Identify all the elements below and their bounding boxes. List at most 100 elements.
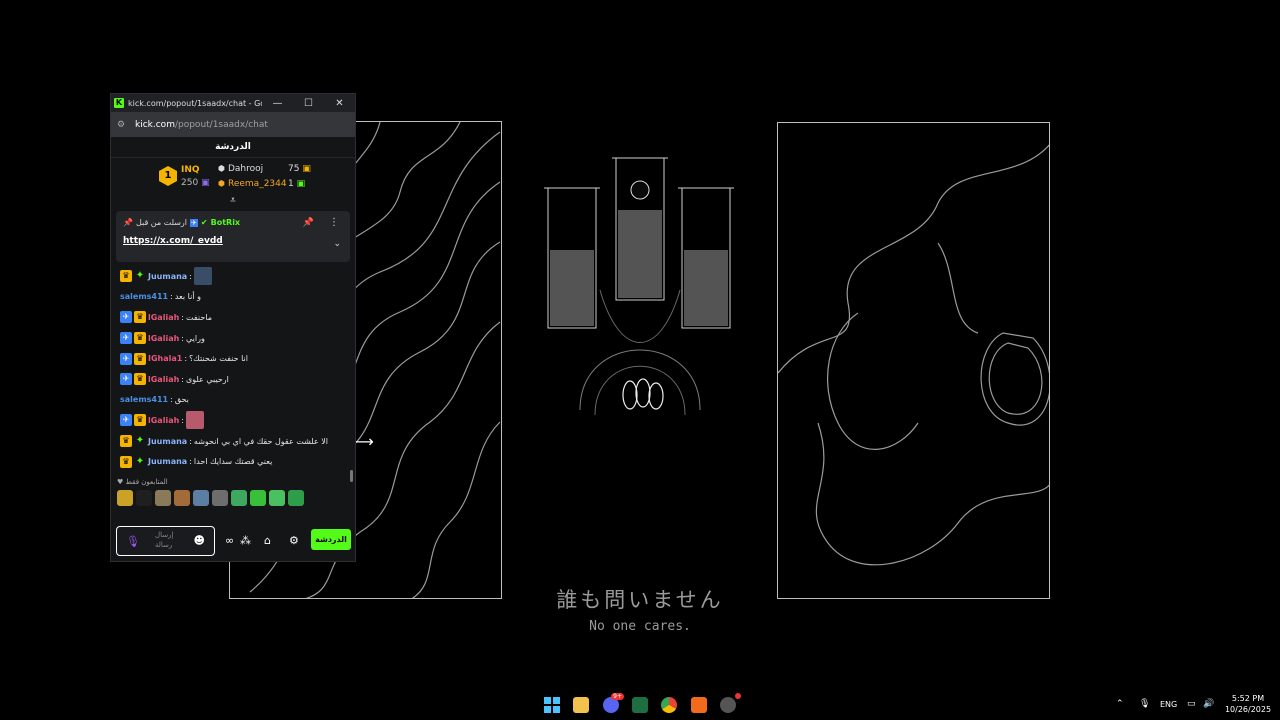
chat-username[interactable]: lGaliah bbox=[148, 416, 179, 425]
chat-username[interactable]: salems411 bbox=[120, 395, 168, 404]
emote-button[interactable] bbox=[155, 489, 171, 506]
chat-scrollbar[interactable] bbox=[350, 470, 353, 482]
discord-badge: 9+ bbox=[611, 693, 624, 700]
clock[interactable]: 5:52 PM 10/26/2025 bbox=[1222, 693, 1274, 715]
followers-only-emotes-label: ♥ المتابعون فقط bbox=[117, 477, 168, 486]
show-hidden-icons-icon[interactable]: ⌃ bbox=[1116, 699, 1124, 709]
chevron-down-icon[interactable]: ⌄ bbox=[333, 239, 341, 249]
kick-favicon-icon: K bbox=[114, 98, 124, 108]
windows-start-icon[interactable] bbox=[544, 697, 560, 713]
emote-button[interactable] bbox=[174, 489, 190, 506]
wallpaper-panel-right bbox=[777, 122, 1050, 599]
chat-username[interactable]: Juumana bbox=[148, 272, 187, 281]
wallpaper-japanese-text: 誰も問いません bbox=[556, 588, 724, 612]
chat-message[interactable]: ♛ ✦ Juumana: bbox=[120, 266, 346, 287]
chat-message[interactable]: salems411: و أنا بعد bbox=[120, 287, 346, 308]
file-explorer-icon[interactable] bbox=[573, 697, 589, 713]
chat-message[interactable]: ♛ ✦ Juumana: يعني قصتك سدايك احدا bbox=[120, 451, 346, 472]
taskbar: 9+ ⌃ 🎙 ENG ▭ 🔊 5:52 PM 10/26/2025 bbox=[0, 690, 1280, 720]
chat-message[interactable]: ✈ ♛ lGaliah: ورايي bbox=[120, 328, 346, 349]
emote-button[interactable] bbox=[269, 489, 285, 506]
chat-separator: : bbox=[170, 292, 173, 302]
subscriber-badge-icon: ✈ bbox=[120, 352, 132, 365]
pinned-meta: 📌 ارسلت من قبل ✈ ✔ BotRix bbox=[123, 218, 240, 227]
emote-button[interactable] bbox=[117, 489, 133, 506]
pinned-author: BotRix bbox=[210, 218, 241, 227]
excel-icon[interactable] bbox=[632, 697, 648, 713]
chat-username[interactable]: salems411 bbox=[120, 292, 168, 301]
language-indicator[interactable]: ENG bbox=[1160, 700, 1177, 709]
chat-separator: : bbox=[181, 333, 184, 343]
gift-leaderboard[interactable]: 1 INQ 250 ▣ ⬢ Dahrooj 75 ▣ ⬢ Reema_2344 1 … bbox=[111, 158, 355, 196]
chat-message[interactable]: ✈ ♛ lGaliah: bbox=[120, 410, 346, 431]
window-titlebar[interactable]: K kick.com/popout/1saadx/chat - Goo... —… bbox=[111, 94, 355, 112]
infinity-icon[interactable]: ∞ bbox=[225, 534, 234, 547]
orange-app-icon[interactable] bbox=[691, 697, 707, 713]
chat-message-text: الا علشت عقول حقك في اي بي انحوشه bbox=[193, 436, 329, 446]
hexagon-icon: ⬢ bbox=[218, 179, 225, 188]
more-options-icon[interactable]: ⋮ bbox=[329, 217, 339, 228]
emoji-picker-icon[interactable]: ☻ bbox=[194, 534, 205, 547]
chat-message[interactable]: ✈ ♛ IGhala1: انا حنفت شحنتك؟ bbox=[120, 348, 346, 369]
leaderboard-top-name[interactable]: INQ bbox=[181, 165, 200, 175]
chat-message-text: ارحيبي علوى bbox=[186, 374, 229, 384]
unpin-icon[interactable]: 📌 bbox=[303, 218, 314, 228]
chat-message[interactable]: ✈ ♛ lGaliah: ارحيبي علوى bbox=[120, 369, 346, 390]
pinned-message[interactable]: 📌 ارسلت من قبل ✈ ✔ BotRix https://x.com/… bbox=[116, 211, 350, 262]
emote-button[interactable] bbox=[288, 489, 304, 506]
chat-username[interactable]: Juumana bbox=[148, 437, 187, 446]
close-button[interactable]: ✕ bbox=[324, 98, 355, 109]
chat-input[interactable]: 🎙 إرسال رسالة ☻ bbox=[116, 526, 215, 556]
emote-button[interactable] bbox=[231, 489, 247, 506]
chat-separator: : bbox=[181, 312, 184, 322]
volume-icon[interactable]: 🔊 bbox=[1203, 699, 1214, 709]
chat-message[interactable]: salems411: بحق bbox=[120, 390, 346, 411]
crown-badge-icon: ♛ bbox=[134, 311, 146, 324]
chat-separator: : bbox=[181, 374, 184, 384]
chat-input-row: 🎙 إرسال رسالة ☻ ∞ ⁂ ⌂ ⚙ الدردشة bbox=[111, 526, 355, 558]
store-icon[interactable]: ⌂ bbox=[264, 534, 271, 547]
chat-username[interactable]: lGaliah bbox=[148, 313, 179, 322]
emote-button[interactable] bbox=[212, 489, 228, 506]
chat-message[interactable]: ♛ ✦ Juumana: الا علشت عقول حقك في اي بي انح… bbox=[120, 431, 346, 452]
site-settings-icon[interactable]: ⚙ bbox=[117, 120, 129, 130]
pinned-link[interactable]: https://x.com/_evdd bbox=[123, 236, 223, 246]
chat-username[interactable]: lGaliah bbox=[148, 334, 179, 343]
leaderboard-value: 75 ▣ bbox=[288, 164, 311, 174]
chat-message-list[interactable]: ♛ ✦ Juumana: salems411: و أنا بعد ✈ ♛ lGaliah: م… bbox=[111, 266, 355, 472]
gift-icon: ▣ bbox=[201, 178, 210, 188]
leaderboard-top-count: 250 ▣ bbox=[181, 178, 210, 188]
settings-gear-icon[interactable]: ⚙ bbox=[289, 534, 299, 547]
minimize-button[interactable]: — bbox=[262, 98, 293, 109]
circle-app-icon[interactable] bbox=[720, 693, 741, 713]
chat-username[interactable]: Juumana bbox=[148, 457, 187, 466]
crown-badge-icon: ♛ bbox=[134, 352, 146, 365]
send-chat-button[interactable]: الدردشة bbox=[311, 529, 351, 550]
share-icon[interactable]: ⁂ bbox=[240, 534, 251, 547]
maximize-button[interactable]: ☐ bbox=[293, 98, 324, 109]
chat-message[interactable]: ✈ ♛ lGaliah: ماحنفت bbox=[120, 307, 346, 328]
spark-badge-icon: ✦ bbox=[135, 455, 145, 467]
emote-row[interactable] bbox=[111, 489, 355, 506]
discord-icon[interactable]: 9+ bbox=[603, 693, 624, 713]
network-icon[interactable]: ▭ bbox=[1187, 699, 1196, 709]
chat-username[interactable]: IGhala1 bbox=[148, 354, 182, 363]
emote-button[interactable] bbox=[136, 489, 152, 506]
microphone-tray-icon[interactable]: 🎙 bbox=[1139, 699, 1150, 709]
chat-username[interactable]: lGaliah bbox=[148, 375, 179, 384]
chat-header-title: الدردشة bbox=[111, 137, 355, 158]
spark-badge-icon: ✦ bbox=[135, 435, 145, 447]
emote-button[interactable] bbox=[193, 489, 209, 506]
browser-popout-window[interactable]: K kick.com/popout/1saadx/chat - Goo... —… bbox=[110, 93, 356, 562]
desktop: 誰も問いません No one cares. ⟷ K kick.com/popou… bbox=[0, 0, 1280, 720]
gift-icon: ▣ bbox=[302, 164, 311, 174]
chrome-icon[interactable] bbox=[661, 697, 677, 713]
emote-button[interactable] bbox=[250, 489, 266, 506]
subscriber-badge-icon: ✈ bbox=[120, 332, 132, 345]
expand-leaderboard-icon[interactable]: ⩡ bbox=[111, 196, 355, 208]
leaderboard-row[interactable]: ⬢ Reema_2344 bbox=[218, 179, 287, 189]
chat-message-text: يعني قصتك سدايك احدا bbox=[193, 457, 273, 467]
microphone-icon[interactable]: 🎙 bbox=[126, 535, 140, 548]
address-bar[interactable]: ⚙ kick.com/popout/1saadx/chat bbox=[111, 112, 355, 137]
leaderboard-row[interactable]: ⬢ Dahrooj bbox=[218, 164, 263, 174]
